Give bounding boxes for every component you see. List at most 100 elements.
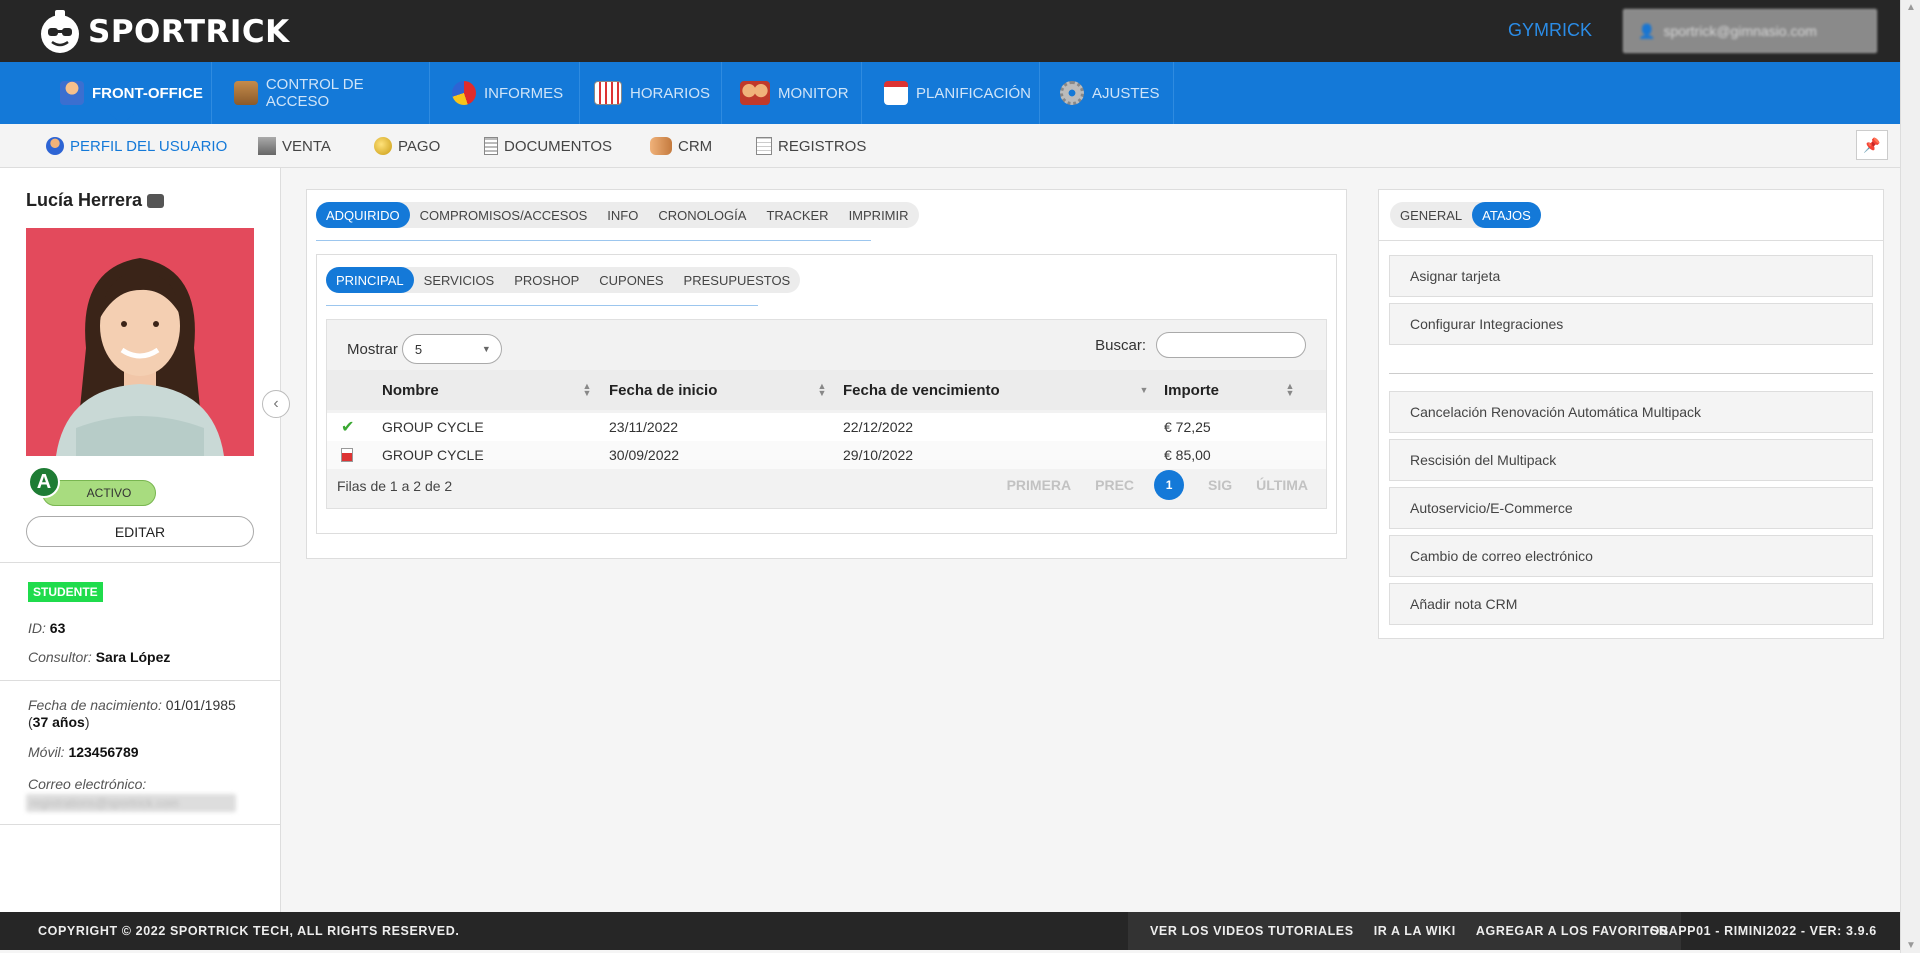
sort-icon[interactable]: ▲ ▼ (582, 382, 592, 398)
search-input[interactable] (1156, 332, 1306, 358)
pager-last[interactable]: ÚLTIMA (1256, 477, 1308, 493)
page-size-select[interactable]: 5 ▼ (401, 334, 502, 364)
sort-icon[interactable]: ▲ ▼ (817, 382, 827, 398)
pager-next[interactable]: SIG (1208, 477, 1232, 493)
nav-monitor[interactable]: MONITOR (722, 62, 862, 124)
tab-tracker[interactable]: TRACKER (756, 202, 838, 228)
tab-atajos[interactable]: ATAJOS (1472, 202, 1541, 228)
tab-imprimir[interactable]: IMPRIMIR (839, 202, 919, 228)
sub-nav: PERFIL DEL USUARIO VENTA PAGO DOCUMENTOS… (0, 124, 1900, 168)
nav-control-acceso[interactable]: CONTROL DE ACCESO (212, 62, 430, 124)
user-name: Lucía Herrera (26, 190, 165, 211)
user-email-value: registrations@sportrick.com (26, 794, 236, 812)
subtab-underline (326, 305, 758, 306)
table-row[interactable]: GROUP CYCLE 30/09/2022 29/10/2022 € 85,0… (327, 441, 1326, 469)
col-fecha-vencimiento[interactable]: Fecha de vencimiento (843, 370, 1000, 410)
shortcut-nota-crm[interactable]: Añadir nota CRM (1389, 583, 1873, 625)
shortcuts-divider (1389, 373, 1873, 374)
shortcut-cambio-correo[interactable]: Cambio de correo electrónico (1389, 535, 1873, 577)
footer-links: VER LOS VIDEOS TUTORIALES IR A LA WIKI A… (1128, 912, 1681, 950)
col-importe[interactable]: Importe (1164, 370, 1219, 410)
subnav-pago[interactable]: PAGO (374, 124, 440, 168)
register-icon (258, 137, 276, 155)
user-icon (60, 81, 84, 105)
link-favoritos[interactable]: AGREGAR A LOS FAVORITOS (1476, 924, 1669, 938)
subnav-perfil[interactable]: PERFIL DEL USUARIO (46, 124, 227, 168)
nav-planificacion[interactable]: PLANIFICACIÓN (862, 62, 1040, 124)
tab-compromisos[interactable]: COMPROMISOS/ACCESOS (410, 202, 598, 228)
logo-icon (41, 10, 79, 53)
level-badge: A (28, 466, 60, 498)
gear-icon (1060, 81, 1084, 105)
tab-underline (316, 240, 871, 241)
profile-icon (46, 137, 64, 155)
check-icon: ✔ (341, 419, 355, 436)
divider (0, 824, 281, 825)
divider (0, 562, 281, 563)
nav-informes[interactable]: INFORMES (430, 62, 580, 124)
nav-horarios[interactable]: HORARIOS (580, 62, 722, 124)
search-control: Buscar: (1095, 332, 1306, 358)
shortcut-cancelacion-renovacion[interactable]: Cancelación Renovación Automática Multip… (1389, 391, 1873, 433)
cloud-icon[interactable] (147, 193, 165, 208)
brand-logo[interactable]: SPORTRICK (38, 8, 290, 56)
sort-desc-icon[interactable]: ▼ (1139, 386, 1149, 401)
expired-icon (341, 441, 353, 469)
pager-prev[interactable]: PREC (1095, 477, 1134, 493)
handshake-icon (650, 137, 672, 155)
tab-adquirido[interactable]: ADQUIRIDO (316, 202, 410, 228)
collapse-sidebar-button[interactable]: ‹ (262, 390, 290, 418)
divider (0, 680, 281, 681)
chevron-down-icon: ▼ (481, 344, 491, 354)
user-menu[interactable]: 👤 sportrick@gimnasio.com (1623, 9, 1877, 53)
shortcut-asignar-tarjeta[interactable]: Asignar tarjeta (1389, 255, 1873, 297)
subnav-registros[interactable]: REGISTROS (756, 124, 866, 168)
user-email-label: Correo electrónico: (28, 776, 147, 792)
page-scrollbar[interactable]: ▲ ▼ (1900, 0, 1920, 953)
user-id: ID: 63 (28, 620, 66, 636)
nav-ajustes[interactable]: AJUSTES (1040, 62, 1174, 124)
link-wiki[interactable]: IR A LA WIKI (1374, 924, 1456, 938)
pagination: PRIMERA PREC 1 SIG ÚLTIMA (983, 470, 1308, 500)
subnav-venta[interactable]: VENTA (258, 124, 331, 168)
planner-icon (884, 81, 908, 105)
purchases-table: Mostrar 5 ▼ Buscar: Nombre ▲ ▼ Fecha de i… (326, 319, 1327, 509)
col-nombre[interactable]: Nombre (382, 370, 439, 410)
tab-general[interactable]: GENERAL (1390, 202, 1472, 228)
shortcut-autoservicio[interactable]: Autoservicio/E-Commerce (1389, 487, 1873, 529)
tab-cronologia[interactable]: CRONOLOGÍA (648, 202, 756, 228)
shortcut-rescision-multipack[interactable]: Rescisión del Multipack (1389, 439, 1873, 481)
tab-proshop[interactable]: PROSHOP (504, 267, 589, 293)
shortcut-configurar-integraciones[interactable]: Configurar Integraciones (1389, 303, 1873, 345)
col-fecha-inicio[interactable]: Fecha de inicio (609, 370, 717, 410)
table-info: Filas de 1 a 2 de 2 (337, 478, 453, 494)
tab-info[interactable]: INFO (597, 202, 648, 228)
scroll-down-icon[interactable]: ▼ (1906, 940, 1916, 951)
right-tabs: GENERAL ATAJOS (1390, 202, 1541, 228)
scroll-up-icon[interactable]: ▲ (1906, 2, 1916, 13)
top-bar: SPORTRICK GYMRICK 👤 sportrick@gimnasio.c… (0, 0, 1900, 62)
tab-principal[interactable]: PRINCIPAL (326, 267, 414, 293)
subnav-crm[interactable]: CRM (650, 124, 712, 168)
pager-first[interactable]: PRIMERA (1007, 477, 1072, 493)
gym-name[interactable]: GYMRICK (1508, 20, 1592, 41)
main-tabs: ADQUIRIDO COMPROMISOS/ACCESOS INFO CRONO… (316, 202, 919, 228)
page-size-control: Mostrar 5 ▼ (347, 334, 502, 364)
sort-icon[interactable]: ▲ ▼ (1285, 382, 1295, 398)
tab-presupuestos[interactable]: PRESUPUESTOS (674, 267, 801, 293)
tab-servicios[interactable]: SERVICIOS (414, 267, 505, 293)
profile-sidebar: Lucía Herrera A ACTIVO EDITAR STUDENTE I… (0, 168, 281, 912)
tab-cupones[interactable]: CUPONES (589, 267, 673, 293)
version-info: SRAPP01 - RIMINI2022 - VER: 3.9.6 (1650, 924, 1877, 938)
edit-button[interactable]: EDITAR (26, 516, 254, 547)
student-tag: STUDENTE (28, 582, 103, 602)
pin-button[interactable]: 📌 (1856, 130, 1888, 160)
sub-tabs: PRINCIPAL SERVICIOS PROSHOP CUPONES PRES… (326, 267, 801, 293)
user-email: sportrick@gimnasio.com (1663, 23, 1817, 39)
table-row[interactable]: ✔ GROUP CYCLE 23/11/2022 22/12/2022 € 72… (327, 413, 1326, 441)
user-photo[interactable] (26, 228, 254, 456)
link-videos-tutoriales[interactable]: VER LOS VIDEOS TUTORIALES (1150, 924, 1354, 938)
pie-chart-icon (452, 81, 476, 105)
pager-current[interactable]: 1 (1154, 470, 1185, 500)
subnav-documentos[interactable]: DOCUMENTOS (484, 124, 612, 168)
